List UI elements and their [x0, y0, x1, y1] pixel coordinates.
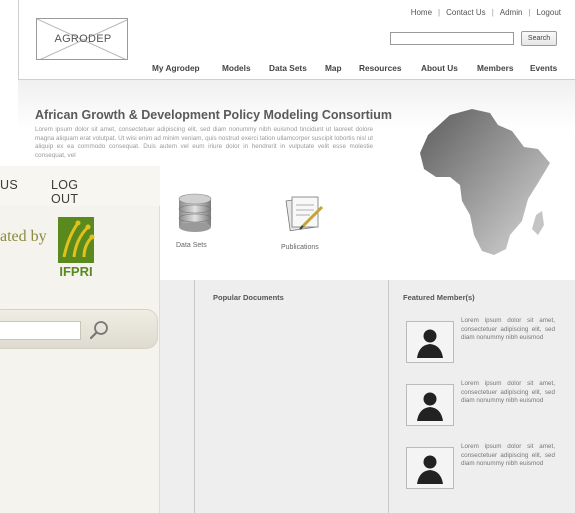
nav-members[interactable]: Members: [477, 63, 530, 73]
ifpri-logo-text: IFPRI: [59, 264, 92, 279]
person-silhouette-icon: [417, 392, 443, 421]
member-text: Lorem ipsum dolor sit amet, consectetuer…: [461, 443, 555, 468]
nav-resources[interactable]: Resources: [359, 63, 421, 73]
link-admin[interactable]: Admin: [500, 8, 523, 17]
main-nav: My Agrodep Models Data Sets Map Resource…: [152, 63, 570, 73]
person-silhouette-icon: [417, 455, 443, 484]
database-icon[interactable]: [176, 193, 214, 233]
overlay-nav-logout[interactable]: LOG OUT: [51, 178, 78, 206]
link-contact-us[interactable]: Contact Us: [446, 8, 486, 17]
publications-icon[interactable]: [284, 193, 324, 233]
nav-about-us[interactable]: About Us: [421, 63, 477, 73]
nav-map[interactable]: Map: [325, 63, 359, 73]
search-button[interactable]: Search: [521, 31, 557, 46]
popular-documents-title: Popular Documents: [213, 293, 284, 302]
overlay-panel: US LOG OUT ated by IFPRI: [0, 166, 160, 513]
person-silhouette-icon: [417, 329, 443, 358]
featured-member[interactable]: Lorem ipsum dolor sit amet, consectetuer…: [406, 380, 566, 428]
overlay-search-input[interactable]: [0, 321, 81, 340]
feature-label-data-sets[interactable]: Data Sets: [176, 242, 207, 249]
site-header: AGRODEP Home | Contact Us | Admin | Logo…: [18, 0, 575, 80]
member-text: Lorem ipsum dolor sit amet, consectetuer…: [461, 317, 555, 342]
hero-text: Lorem ipsum dolor sit amet, consectetuer…: [35, 126, 373, 159]
featured-members-title: Featured Member(s): [403, 293, 475, 302]
featured-member[interactable]: Lorem ipsum dolor sit amet, consectetuer…: [406, 317, 566, 365]
feature-label-publications[interactable]: Publications: [281, 244, 319, 251]
africa-map-icon[interactable]: [410, 103, 560, 273]
link-home[interactable]: Home: [411, 8, 432, 17]
hero-title: African Growth & Development Policy Mode…: [35, 108, 392, 122]
separator: |: [491, 8, 494, 17]
column-divider: [388, 280, 389, 513]
nav-models[interactable]: Models: [222, 63, 269, 73]
hosted-by-text: ated by: [0, 228, 47, 245]
overlay-topbar: [0, 166, 160, 206]
link-logout[interactable]: Logout: [537, 8, 561, 17]
search-input[interactable]: [390, 32, 514, 45]
nav-data-sets[interactable]: Data Sets: [269, 63, 325, 73]
featured-member[interactable]: Lorem ipsum dolor sit amet, consectetuer…: [406, 443, 566, 491]
overlay-nav-item-us[interactable]: US: [0, 178, 18, 192]
avatar: [406, 321, 454, 363]
ifpri-logo-icon[interactable]: IFPRI: [56, 217, 96, 279]
member-text: Lorem ipsum dolor sit amet, consectetuer…: [461, 380, 555, 405]
site-logo[interactable]: AGRODEP: [36, 18, 128, 60]
magnifier-icon[interactable]: [89, 319, 111, 341]
separator: |: [438, 8, 441, 17]
avatar: [406, 447, 454, 489]
nav-my-agrodep[interactable]: My Agrodep: [152, 63, 222, 73]
overlay-search-bar: [0, 309, 158, 349]
column-divider: [194, 280, 195, 513]
logo-text: AGRODEP: [54, 33, 112, 45]
separator: |: [528, 8, 531, 17]
avatar: [406, 384, 454, 426]
nav-events[interactable]: Events: [530, 63, 570, 73]
utility-links: Home | Contact Us | Admin | Logout: [411, 8, 561, 17]
